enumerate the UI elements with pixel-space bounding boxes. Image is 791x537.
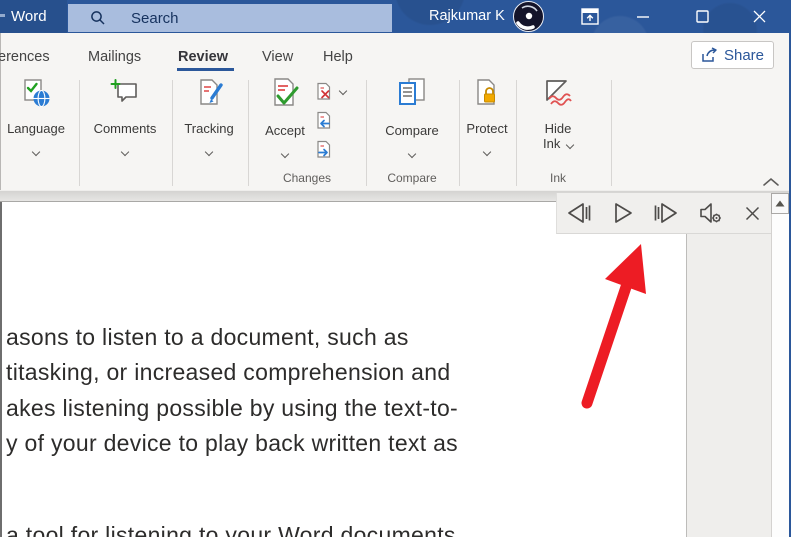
read-aloud-previous-button[interactable] xyxy=(557,193,603,234)
tracking-icon xyxy=(193,77,225,114)
group-divider xyxy=(366,80,367,186)
title-bar: Word Search Rajkumar K xyxy=(0,0,791,33)
reject-change-icon xyxy=(317,82,331,100)
document-text-line: akes listening possible by using the tex… xyxy=(6,395,459,421)
share-button[interactable]: Share xyxy=(691,41,774,69)
avatar[interactable] xyxy=(513,1,544,32)
chevron-up-icon xyxy=(763,177,779,186)
language-icon xyxy=(20,77,52,114)
scroll-up-button[interactable] xyxy=(771,193,789,214)
previous-icon xyxy=(568,203,591,223)
comments-icon xyxy=(109,77,141,114)
accept-label: Accept xyxy=(265,123,305,138)
share-icon xyxy=(702,47,717,62)
chevron-down-icon xyxy=(204,147,214,157)
document-text-line: asons to listen to a document, such as xyxy=(6,324,409,350)
read-aloud-play-button[interactable] xyxy=(603,193,643,234)
ribbon-display-options-button[interactable] xyxy=(573,0,607,33)
hide-ink-icon xyxy=(542,77,574,114)
ribbon: erences Mailings Review View Help Share xyxy=(0,33,791,190)
group-divider xyxy=(248,80,249,186)
document-text-line: y of your device to play back written te… xyxy=(6,430,458,456)
group-divider xyxy=(79,80,80,186)
tab-mailings[interactable]: Mailings xyxy=(88,46,141,68)
close-icon xyxy=(753,10,765,23)
accept-icon xyxy=(268,77,302,116)
document-page[interactable]: asons to listen to a document, such as t… xyxy=(2,202,686,537)
hide-ink-button[interactable]: Hide Ink xyxy=(523,77,593,151)
share-label: Share xyxy=(723,46,765,64)
tab-references[interactable]: erences xyxy=(0,46,50,68)
chevron-down-icon xyxy=(565,140,575,150)
tab-view[interactable]: View xyxy=(262,46,293,68)
chevron-down-icon xyxy=(407,149,417,159)
chevron-down-icon xyxy=(482,147,492,157)
comments-button[interactable]: Comments xyxy=(90,77,160,157)
group-divider xyxy=(172,80,173,186)
document-text-line: a tool for listening to your Word docume… xyxy=(6,522,456,537)
triangle-up-icon xyxy=(775,200,785,207)
search-input[interactable]: Search xyxy=(68,4,392,32)
group-label-compare: Compare xyxy=(387,171,437,185)
next-icon xyxy=(654,203,677,223)
accept-button[interactable]: Accept xyxy=(250,77,320,159)
read-aloud-close-button[interactable] xyxy=(733,193,771,234)
word-window: Word Search Rajkumar K erences Mailings … xyxy=(0,0,791,537)
group-label-changes: Changes xyxy=(282,171,332,185)
account-name[interactable]: Rajkumar K xyxy=(429,0,505,33)
protect-label: Protect xyxy=(466,121,508,136)
hide-ink-label-line1: Hide xyxy=(544,121,572,136)
search-icon xyxy=(90,10,106,26)
language-button[interactable]: Language xyxy=(1,77,71,157)
protect-button[interactable]: Protect xyxy=(452,77,522,157)
language-label: Language xyxy=(7,121,65,136)
voice-settings-icon xyxy=(700,203,722,223)
canvas-background xyxy=(687,202,771,537)
compare-icon xyxy=(394,77,430,116)
ribbon-display-options-icon xyxy=(581,8,599,25)
previous-change-button[interactable] xyxy=(315,107,353,133)
reject-change-button[interactable] xyxy=(315,78,353,104)
titlebar-clipped-fragment xyxy=(0,14,5,17)
read-aloud-toolbar xyxy=(556,193,771,234)
active-tab-underline xyxy=(177,68,234,71)
chevron-down-icon xyxy=(338,86,348,96)
comments-label: Comments xyxy=(93,121,157,136)
chevron-down-icon xyxy=(120,147,130,157)
previous-change-icon xyxy=(317,111,331,129)
tracking-label: Tracking xyxy=(184,121,234,136)
search-placeholder: Search xyxy=(131,9,179,27)
compare-label: Compare xyxy=(385,123,439,138)
tracking-button[interactable]: Tracking xyxy=(174,77,244,157)
vertical-scrollbar[interactable] xyxy=(771,193,789,537)
minimize-button[interactable] xyxy=(626,0,660,33)
app-name: Word xyxy=(11,8,47,25)
read-aloud-settings-button[interactable] xyxy=(688,193,733,234)
maximize-icon xyxy=(695,10,709,23)
close-icon xyxy=(745,206,759,220)
tab-review[interactable]: Review xyxy=(178,46,228,68)
group-label-ink: Ink xyxy=(549,171,566,185)
maximize-button[interactable] xyxy=(685,0,719,33)
group-divider xyxy=(611,80,612,186)
hide-ink-label-line2: Ink xyxy=(543,136,561,151)
minimize-icon xyxy=(637,15,649,18)
play-icon xyxy=(614,203,632,223)
chevron-down-icon xyxy=(31,147,41,157)
collapse-ribbon-button[interactable] xyxy=(761,175,783,189)
tab-help[interactable]: Help xyxy=(323,46,353,68)
protect-icon xyxy=(471,77,503,114)
compare-button[interactable]: Compare xyxy=(377,77,447,159)
next-change-icon xyxy=(317,140,331,158)
next-change-button[interactable] xyxy=(315,136,353,162)
read-aloud-next-button[interactable] xyxy=(643,193,689,234)
document-text-line: titasking, or increased comprehension an… xyxy=(6,359,451,385)
close-window-button[interactable] xyxy=(742,0,776,33)
chevron-down-icon xyxy=(280,149,290,159)
